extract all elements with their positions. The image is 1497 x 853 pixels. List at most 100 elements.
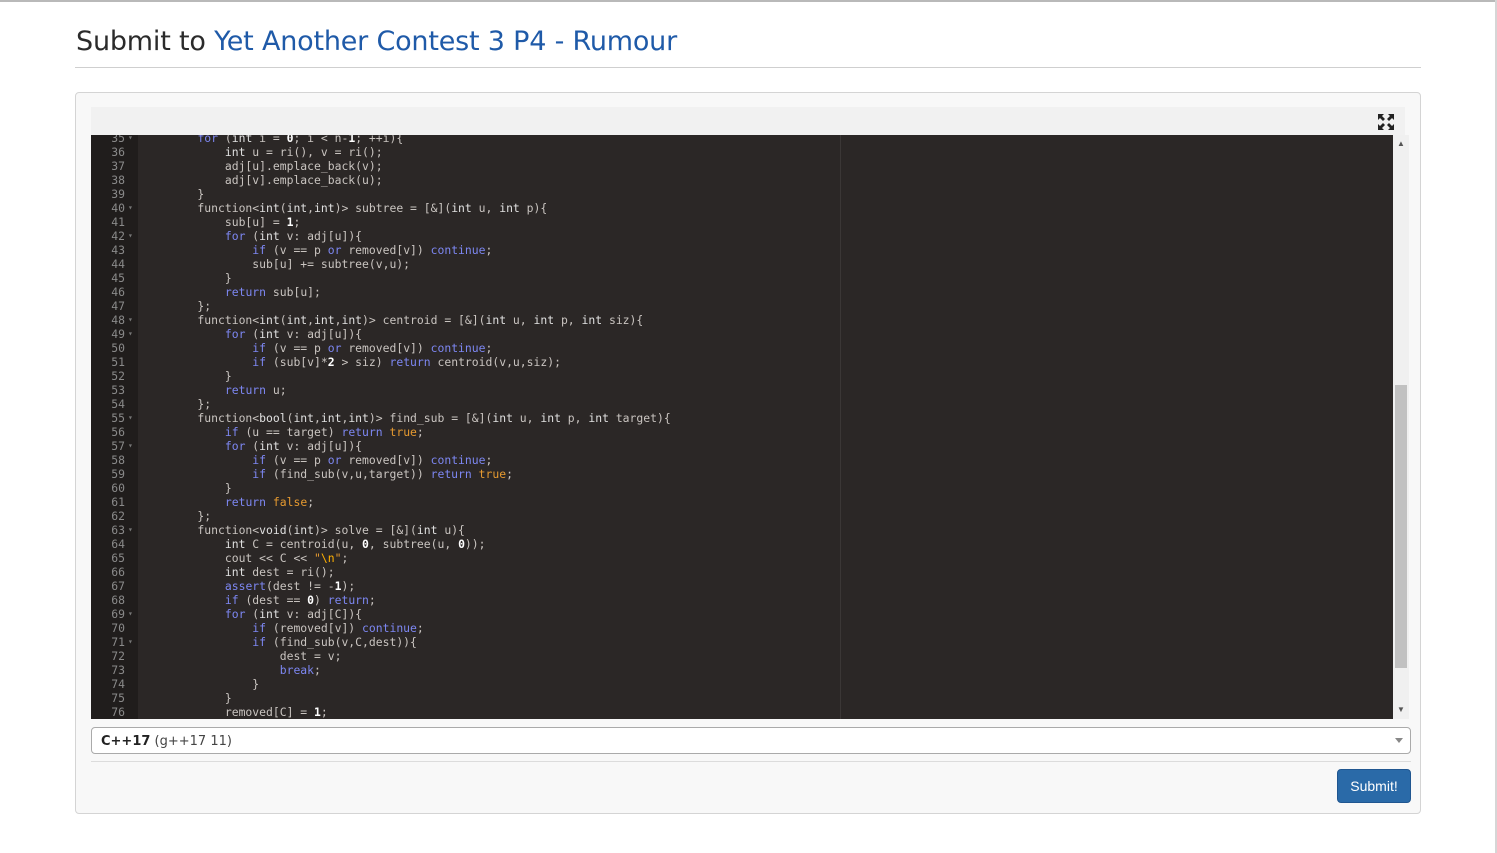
line-number: 74: [111, 677, 125, 691]
code-text: for (int i = 0; i < n-1; ++i){: [197, 135, 404, 145]
code-line[interactable]: 56 if (u == target) return true;: [91, 425, 1391, 439]
fold-toggle-icon[interactable]: ▾: [128, 229, 133, 243]
language-select[interactable]: C++17 (g++17 11): [91, 727, 1411, 754]
code-line[interactable]: 76 removed[C] = 1;: [91, 705, 1391, 719]
code-line[interactable]: 40 ▾ function<int(int,int)> subtree = [&]…: [91, 201, 1391, 215]
code-line[interactable]: 48 ▾ function<int(int,int,int)> centroid …: [91, 313, 1391, 327]
line-number: 68: [111, 593, 125, 607]
line-number: 46: [111, 285, 125, 299]
code-line[interactable]: 70 if (removed[v]) continue;: [91, 621, 1391, 635]
line-number: 42: [111, 229, 125, 243]
code-line[interactable]: 36 int u = ri(), v = ri();: [91, 145, 1391, 159]
line-number: 35: [111, 135, 125, 145]
line-number: 48: [111, 313, 125, 327]
code-text: }: [170, 677, 260, 691]
code-line[interactable]: 73 break;: [91, 663, 1391, 677]
code-line[interactable]: 53 return u;: [91, 383, 1391, 397]
code-text: for (int v: adj[C]){: [224, 607, 363, 621]
code-text: adj[v].emplace_back(u);: [170, 173, 383, 187]
line-number: 43: [111, 243, 125, 257]
code-line[interactable]: 41 sub[u] = 1;: [91, 215, 1391, 229]
code-text: adj[u].emplace_back(v);: [170, 159, 383, 173]
fold-toggle-icon[interactable]: ▾: [128, 523, 133, 537]
fold-toggle-icon[interactable]: ▾: [128, 439, 133, 453]
code-line[interactable]: 72 dest = v;: [91, 649, 1391, 663]
code-line[interactable]: 66 int dest = ri();: [91, 565, 1391, 579]
code-line[interactable]: 43 if (v == p or removed[v]) continue;: [91, 243, 1391, 257]
code-line[interactable]: 35 ▾ for (int i = 0; i < n-1; ++i){: [91, 135, 1391, 145]
code-line[interactable]: 69 ▾ for (int v: adj[C]){: [91, 607, 1391, 621]
fullscreen-button[interactable]: [1377, 113, 1395, 131]
code-text: if (v == p or removed[v]) continue;: [252, 453, 493, 467]
fold-toggle-icon[interactable]: ▾: [128, 635, 133, 649]
fold-toggle-icon[interactable]: ▾: [128, 135, 133, 145]
code-text: dest = v;: [170, 649, 342, 663]
code-line[interactable]: 46 return sub[u];: [91, 285, 1391, 299]
code-line[interactable]: 50 if (v == p or removed[v]) continue;: [91, 341, 1391, 355]
code-line[interactable]: 62 };: [91, 509, 1391, 523]
code-line[interactable]: 52 }: [91, 369, 1391, 383]
code-line[interactable]: 68 if (dest == 0) return;: [91, 593, 1391, 607]
code-line[interactable]: 54 };: [91, 397, 1391, 411]
fold-toggle-icon[interactable]: ▾: [128, 607, 133, 621]
code-line[interactable]: 74 }: [91, 677, 1391, 691]
code-content[interactable]: 35 ▾ for (int i = 0; i < n-1; ++i){36 int…: [91, 135, 1391, 719]
language-selected: C++17 (g++17 11): [101, 734, 232, 749]
code-line[interactable]: 63 ▾ function<void(int)> solve = [&](int …: [91, 523, 1391, 537]
fold-toggle-icon[interactable]: ▾: [128, 411, 133, 425]
submit-button[interactable]: Submit!: [1337, 769, 1411, 803]
arrow-down-icon[interactable]: ▼: [1393, 703, 1409, 717]
code-line[interactable]: 60 }: [91, 481, 1391, 495]
code-editor[interactable]: 35 ▾ for (int i = 0; i < n-1; ++i){36 int…: [91, 135, 1409, 719]
code-text: };: [170, 299, 212, 313]
code-line[interactable]: 57 ▾ for (int v: adj[u]){: [91, 439, 1391, 453]
code-line[interactable]: 71 ▾ if (find_sub(v,C,dest)){: [91, 635, 1391, 649]
code-line[interactable]: 39 }: [91, 187, 1391, 201]
code-line[interactable]: 59 if (find_sub(v,u,target)) return true…: [91, 467, 1391, 481]
code-line[interactable]: 44 sub[u] += subtree(v,u);: [91, 257, 1391, 271]
code-line[interactable]: 75 }: [91, 691, 1391, 705]
arrow-up-icon[interactable]: ▲: [1393, 137, 1409, 151]
code-line[interactable]: 45 }: [91, 271, 1391, 285]
code-line[interactable]: 49 ▾ for (int v: adj[u]){: [91, 327, 1391, 341]
code-text: function<bool(int,int,int)> find_sub = […: [170, 411, 671, 425]
code-line[interactable]: 51 if (sub[v]*2 > siz) return centroid(v…: [91, 355, 1391, 369]
code-line[interactable]: 58 if (v == p or removed[v]) continue;: [91, 453, 1391, 467]
code-line[interactable]: 47 };: [91, 299, 1391, 313]
code-line[interactable]: 61 return false;: [91, 495, 1391, 509]
fold-toggle-icon[interactable]: ▾: [128, 313, 133, 327]
code-line[interactable]: 37 adj[u].emplace_back(v);: [91, 159, 1391, 173]
code-text: if (find_sub(v,C,dest)){: [252, 635, 417, 649]
scrollbar-thumb[interactable]: [1395, 385, 1407, 668]
code-text: if (v == p or removed[v]) continue;: [252, 341, 493, 355]
title-divider: [75, 67, 1421, 68]
code-text: break;: [279, 663, 321, 677]
fold-toggle-icon[interactable]: ▾: [128, 201, 133, 215]
submission-panel: 35 ▾ for (int i = 0; i < n-1; ++i){36 int…: [75, 92, 1421, 814]
code-line[interactable]: 38 adj[v].emplace_back(u);: [91, 173, 1391, 187]
code-line[interactable]: 65 cout << C << "\n";: [91, 551, 1391, 565]
code-text: if (sub[v]*2 > siz) return centroid(v,u,…: [252, 355, 561, 369]
code-text: function<int(int,int,int)> centroid = [&…: [170, 313, 644, 327]
code-line[interactable]: 67 assert(dest != -1);: [91, 579, 1391, 593]
line-number: 55: [111, 411, 125, 425]
code-text: for (int v: adj[u]){: [224, 327, 363, 341]
line-number: 59: [111, 467, 125, 481]
line-number: 54: [111, 397, 125, 411]
problem-link[interactable]: Yet Another Contest 3 P4 - Rumour: [214, 26, 677, 57]
code-text: return u;: [224, 383, 287, 397]
code-line[interactable]: 42 ▾ for (int v: adj[u]){: [91, 229, 1391, 243]
line-number: 36: [111, 145, 125, 159]
code-text: cout << C << "\n";: [170, 551, 349, 565]
code-line[interactable]: 55 ▾ function<bool(int,int,int)> find_sub…: [91, 411, 1391, 425]
line-number: 41: [111, 215, 125, 229]
code-text: removed[C] = 1;: [170, 705, 328, 719]
code-line[interactable]: 64 int C = centroid(u, 0, subtree(u, 0))…: [91, 537, 1391, 551]
fold-toggle-icon[interactable]: ▾: [128, 327, 133, 341]
title-prefix: Submit to: [76, 26, 215, 57]
editor-scrollbar[interactable]: ▲ ▼: [1393, 135, 1409, 719]
code-text: int C = centroid(u, 0, subtree(u, 0));: [224, 537, 486, 551]
line-number: 70: [111, 621, 125, 635]
window-top-border: [0, 0, 1497, 2]
code-text: assert(dest != -1);: [224, 579, 356, 593]
